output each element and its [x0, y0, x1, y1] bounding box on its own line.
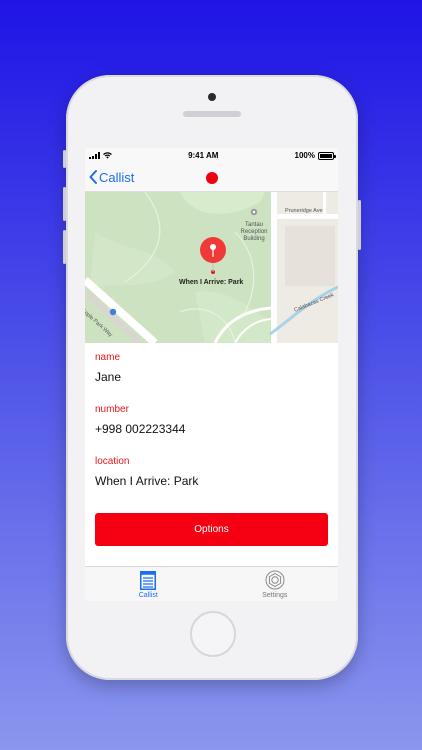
tab-bar: Callist Settings: [85, 566, 338, 601]
mute-switch: [63, 150, 66, 168]
poi-label: Tantau Reception Building: [240, 222, 268, 242]
number-label: number: [95, 404, 129, 415]
chevron-left-icon: [89, 170, 97, 184]
options-button[interactable]: Options: [95, 513, 328, 546]
list-icon: [140, 571, 157, 590]
record-indicator[interactable]: [206, 172, 218, 184]
tab-settings[interactable]: Settings: [212, 567, 339, 601]
volume-down-button: [63, 230, 66, 264]
map-view[interactable]: Tantau Reception Building When I Arrive:…: [85, 192, 338, 343]
back-label: Callist: [99, 169, 135, 185]
home-button[interactable]: [190, 611, 236, 657]
back-button[interactable]: Callist: [85, 170, 134, 185]
gear-icon: [265, 570, 285, 590]
contact-details: name Jane number +998 002223344 location…: [85, 352, 338, 488]
road-label-pruneridge: Pruneridge Ave: [285, 208, 323, 214]
name-label: name: [95, 352, 121, 363]
pin-label: When I Arrive: Park: [179, 279, 244, 286]
signal-icon: [89, 152, 100, 159]
battery-icon: [317, 151, 336, 160]
name-value: Jane: [95, 370, 122, 384]
location-value: When I Arrive: Park: [95, 474, 199, 488]
front-camera: [208, 93, 216, 101]
status-time: 9:41 AM: [188, 151, 219, 160]
tab-callist-label: Callist: [138, 592, 158, 599]
volume-up-button: [63, 187, 66, 221]
wifi-icon: [103, 152, 112, 159]
power-button: [358, 200, 361, 250]
earpiece-speaker: [183, 111, 241, 117]
tab-callist[interactable]: Callist: [85, 567, 212, 601]
status-bar: 9:41 AM 100%: [85, 148, 338, 163]
app-screen: 9:41 AM 100% Callist Tantau Reception Bu…: [85, 148, 338, 601]
number-value: +998 002223344: [95, 422, 186, 436]
battery-percent: 100%: [294, 151, 315, 160]
location-label: location: [95, 456, 130, 467]
navigation-bar: Callist: [85, 163, 338, 192]
tab-settings-label: Settings: [262, 592, 288, 599]
